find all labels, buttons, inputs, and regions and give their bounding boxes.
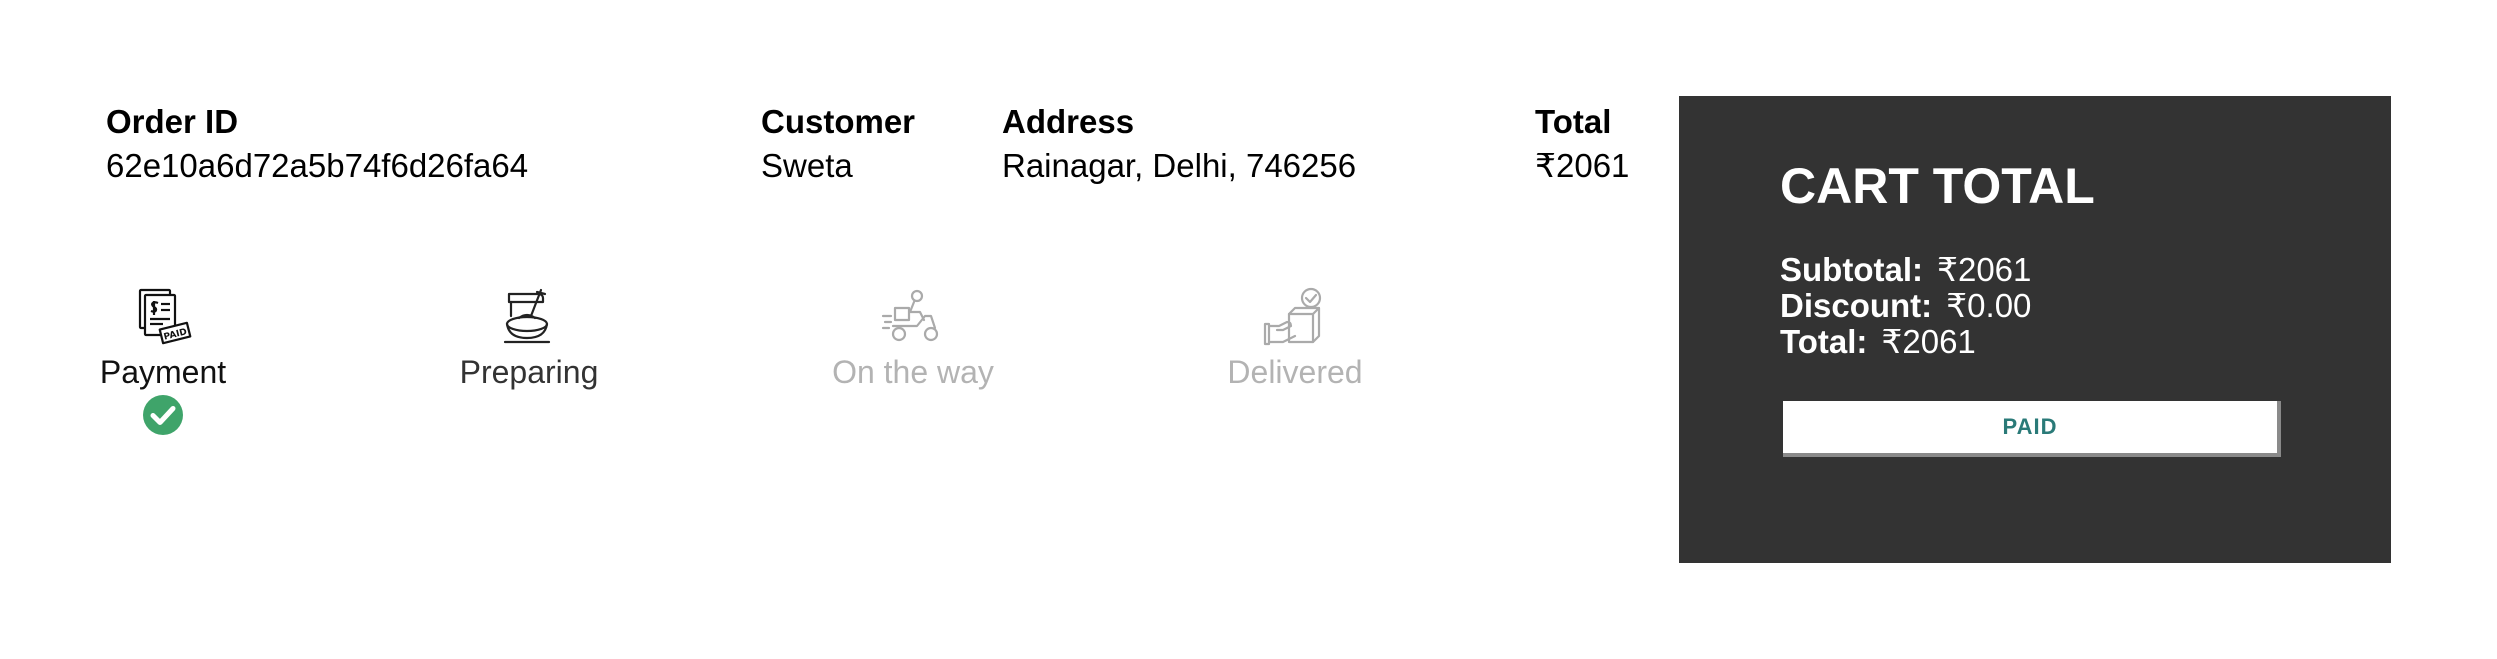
paid-receipt-icon: PAID xyxy=(138,288,192,345)
order-id-value: 62e10a6d72a5b74f6d26fa64 xyxy=(106,147,529,184)
subtotal-line: Subtotal: ₹2061 xyxy=(1780,252,2031,288)
address-column: Address Rainagar, Delhi, 746256 xyxy=(1002,100,1356,188)
customer-column: Customer Sweta xyxy=(761,100,915,188)
subtotal-label: Subtotal: xyxy=(1780,251,1923,288)
total-value: ₹2061 xyxy=(1535,147,1630,184)
customer-value: Sweta xyxy=(761,147,853,184)
paid-button[interactable]: PAID xyxy=(1783,401,2281,457)
total-label: Total: xyxy=(1780,323,1868,360)
status-step-payment: PAID Payment xyxy=(43,286,283,436)
total-line: Total: ₹2061 xyxy=(1780,324,2031,360)
address-value: Rainagar, Delhi, 746256 xyxy=(1002,147,1357,184)
discount-value: ₹0.00 xyxy=(1946,287,2032,324)
chef-preparing-icon xyxy=(503,288,551,344)
cart-total-title: CART TOTAL xyxy=(1780,158,2095,214)
order-id-column: Order ID 62e10a6d72a5b74f6d26fa64 xyxy=(106,100,528,188)
status-step-preparing: Preparing xyxy=(409,286,649,392)
subtotal-value: ₹2061 xyxy=(1936,251,2032,288)
cart-summary: Subtotal: ₹2061 Discount: ₹0.00 Total: ₹206… xyxy=(1780,252,2031,360)
delivered-box-icon xyxy=(1263,287,1322,346)
check-circle-icon xyxy=(143,395,183,435)
delivery-scooter-icon xyxy=(881,289,939,342)
order-id-header: Order ID xyxy=(106,103,239,140)
status-step-label: Preparing xyxy=(459,354,599,390)
cart-total-value: ₹2061 xyxy=(1881,323,1976,360)
status-step-delivered: Delivered xyxy=(1175,286,1415,392)
total-header: Total xyxy=(1535,103,1612,140)
status-step-label: Delivered xyxy=(1227,354,1363,390)
total-column: Total ₹2061 xyxy=(1535,100,1629,188)
address-header: Address xyxy=(1002,103,1135,140)
discount-label: Discount: xyxy=(1780,287,1933,324)
customer-header: Customer xyxy=(761,103,916,140)
order-page: Order ID 62e10a6d72a5b74f6d26fa64 Custom… xyxy=(0,0,2497,659)
discount-line: Discount: ₹0.00 xyxy=(1780,288,2031,324)
status-step-label: On the way xyxy=(832,354,994,390)
cart-total-panel: CART TOTAL Subtotal: ₹2061 Discount: ₹0.00… xyxy=(1679,96,2391,563)
status-step-on-the-way: On the way xyxy=(793,286,1033,392)
status-step-label: Payment xyxy=(99,354,227,390)
